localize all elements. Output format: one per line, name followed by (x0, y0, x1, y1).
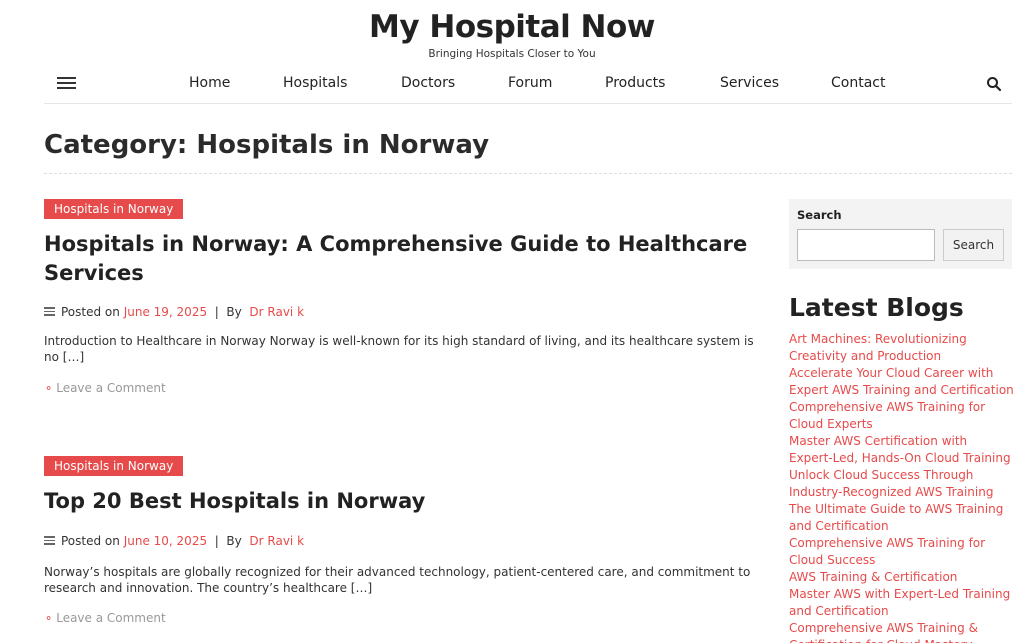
post-excerpt: Introduction to Healthcare in Norway Nor… (44, 334, 754, 364)
nav-item-products[interactable]: Products (605, 74, 665, 92)
main-navigation: Home Hospitals Doctors Forum Products Se… (44, 66, 1012, 104)
nav-item-forum[interactable]: Forum (508, 74, 552, 92)
leave-comment-link[interactable]: ⚬ Leave a Comment (44, 610, 166, 627)
latest-blog-link[interactable]: Unlock Cloud Success Through Industry-Re… (789, 467, 1014, 501)
latest-blog-link[interactable]: Comprehensive AWS Training & Certificati… (789, 620, 1014, 643)
latest-blog-link[interactable]: Comprehensive AWS Training for Cloud Exp… (789, 399, 1014, 433)
leave-comment-link[interactable]: ⚬ Leave a Comment (44, 380, 166, 397)
comment-icon: ⚬ (44, 382, 54, 395)
sidebar-search-input[interactable] (797, 229, 935, 261)
post-title[interactable]: Hospitals in Norway: A Comprehensive Gui… (44, 230, 759, 288)
nav-item-hospitals[interactable]: Hospitals (283, 74, 347, 92)
latest-blog-link[interactable]: Comprehensive AWS Training for Cloud Suc… (789, 535, 1014, 569)
latest-blog-link[interactable]: Master AWS Certification with Expert-Led… (789, 433, 1014, 467)
site-tagline: Bringing Hospitals Closer to You (428, 48, 596, 60)
nav-item-home[interactable]: Home (189, 74, 230, 92)
latest-blog-link[interactable]: AWS Training & Certification (789, 569, 1014, 586)
post-date-link[interactable]: June 10, 2025 (124, 534, 207, 548)
post-excerpt: Norway’s hospitals are globally recogniz… (44, 565, 751, 595)
latest-blog-link[interactable]: Art Machines: Revolutionizing Creativity… (789, 331, 1014, 365)
latest-blogs-list: Art Machines: Revolutionizing Creativity… (789, 331, 1014, 643)
latest-blog-link[interactable]: Accelerate Your Cloud Career with Expert… (789, 365, 1014, 399)
site-title[interactable]: My Hospital Now (0, 8, 1024, 46)
meta-separator: | (214, 305, 219, 319)
sidebar-search-button[interactable]: Search (943, 229, 1004, 261)
post-card: Hospitals in Norway Top 20 Best Hospital… (44, 456, 764, 636)
by-label: By (226, 534, 242, 548)
post-card: Hospitals in Norway Hospitals in Norway:… (44, 199, 764, 399)
sidebar-search-label: Search (797, 208, 842, 222)
posted-on-label: Posted on (61, 534, 120, 548)
meta-lines-icon (44, 307, 55, 316)
meta-lines-icon (44, 536, 55, 545)
posted-on-label: Posted on (61, 305, 120, 319)
category-badge[interactable]: Hospitals in Norway (44, 456, 184, 476)
page-title: Category: Hospitals in Norway (44, 130, 490, 160)
latest-blogs-heading: Latest Blogs (789, 293, 964, 322)
post-meta: Posted on June 10, 2025 | By Dr Ravi k (44, 533, 304, 549)
post-title[interactable]: Top 20 Best Hospitals in Norway (44, 487, 759, 516)
category-badge[interactable]: Hospitals in Norway (44, 199, 184, 219)
title-divider (44, 173, 1012, 174)
latest-blog-link[interactable]: Master AWS with Expert-Led Training and … (789, 586, 1014, 620)
site-header: My Hospital Now Bringing Hospitals Close… (0, 0, 1024, 64)
by-label: By (226, 305, 242, 319)
search-icon[interactable] (986, 76, 1002, 92)
post-meta: Posted on June 19, 2025 | By Dr Ravi k (44, 304, 304, 320)
nav-item-contact[interactable]: Contact (831, 74, 885, 92)
leave-comment-label: Leave a Comment (56, 611, 166, 625)
leave-comment-label: Leave a Comment (56, 381, 166, 395)
latest-blog-link[interactable]: The Ultimate Guide to AWS Training and C… (789, 501, 1014, 535)
post-date-link[interactable]: June 19, 2025 (124, 305, 207, 319)
comment-icon: ⚬ (44, 612, 54, 625)
nav-item-services[interactable]: Services (720, 74, 779, 92)
author-link[interactable]: Dr Ravi k (249, 534, 304, 548)
meta-separator: | (214, 534, 219, 548)
nav-item-doctors[interactable]: Doctors (401, 74, 455, 92)
author-link[interactable]: Dr Ravi k (249, 305, 304, 319)
hamburger-menu-icon[interactable] (57, 76, 76, 90)
sidebar-search-widget: Search Search (789, 199, 1012, 269)
